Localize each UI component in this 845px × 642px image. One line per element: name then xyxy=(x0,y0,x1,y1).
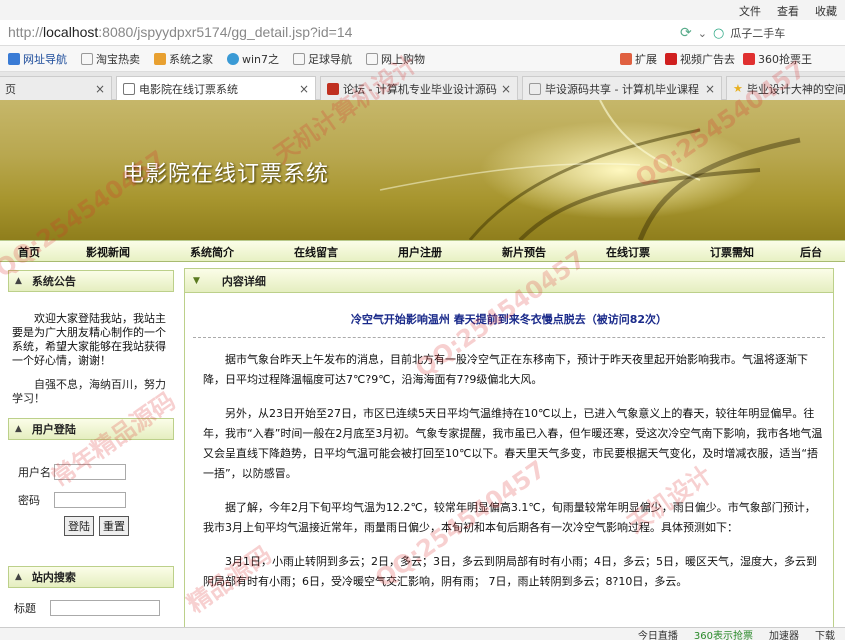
triangle-icon: ▲ xyxy=(15,424,22,434)
globe-icon xyxy=(227,52,239,65)
sidebar: ▲ 系统公告 欢迎大家登陆我站，我站主要是为广大朋友精心制作的一个系统，希望大家能… xyxy=(8,270,174,640)
menu-favorites[interactable]: 收藏 xyxy=(815,3,837,19)
menu-file[interactable]: 文件 xyxy=(739,3,761,19)
triangle-icon: ▲ xyxy=(15,572,22,582)
page-icon xyxy=(123,82,135,95)
tab-previous[interactable]: 页 × xyxy=(0,76,112,100)
bookmark-taobao[interactable]: 淘宝热卖 xyxy=(81,51,140,67)
video-icon xyxy=(665,53,677,65)
refresh-icon[interactable]: ⟳ xyxy=(680,25,692,41)
article-title: 冷空气开始影响温州 春天提前到来冬衣慢点脱去（被访问82次） xyxy=(350,313,668,326)
dropdown-icon[interactable]: ⌄ xyxy=(698,27,707,40)
tab-source-share[interactable]: 毕设源码共享 - 计算机毕业课程 × xyxy=(522,76,722,100)
page-icon xyxy=(293,52,306,65)
nav-preview[interactable]: 新片预告 xyxy=(502,244,546,260)
triangle-down-icon: ▼ xyxy=(193,275,200,286)
bookmarks-bar: 网址导航 淘宝热卖 系统之家 win7之 足球导航 网上购物 扩展 视频广告去 … xyxy=(0,46,845,72)
login-header: ▲ 用户登陆 xyxy=(8,418,174,440)
article-paragraph: 3月1日，小雨止转阴到多云；2日，多云；3日，多云到阴局部有时有小雨；4日，多云… xyxy=(203,555,817,588)
browser-menubar: 文件 查看 收藏 xyxy=(0,0,845,20)
page-icon xyxy=(366,52,379,65)
article-paragraph: 据市气象台昨天上午发布的消息，目前北方有一股冷空气正在东移南下，预计于昨天夜里起… xyxy=(203,353,808,386)
site-nav: 首页 影视新闻 系统简介 在线留言 用户注册 新片预告 在线订票 订票需知 后台 xyxy=(0,240,845,262)
forum-icon xyxy=(327,82,339,95)
tab-forum[interactable]: 论坛 - 计算机专业毕业设计源码 × xyxy=(320,76,518,100)
nav-booking-notice[interactable]: 订票需知 xyxy=(710,244,754,260)
bookmark-system[interactable]: 系统之家 xyxy=(154,51,213,67)
username-label: 用户名 xyxy=(18,466,51,479)
bookmark-video-ad[interactable]: 视频广告去 xyxy=(665,51,735,67)
menu-view[interactable]: 查看 xyxy=(777,3,799,19)
divider xyxy=(193,337,825,338)
search-text[interactable]: 瓜子二手车 xyxy=(730,25,785,41)
status-accelerator[interactable]: 加速器 xyxy=(769,627,799,642)
grid-icon xyxy=(620,53,632,65)
nav-intro[interactable]: 系统简介 xyxy=(190,244,234,260)
content-header: ▼ 内容详细 xyxy=(185,269,833,293)
content-panel: ▼ 内容详细 冷空气开始影响温州 春天提前到来冬衣慢点脱去（被访问82次） 据市气… xyxy=(184,268,834,640)
password-input[interactable] xyxy=(54,492,126,508)
nav-news[interactable]: 影视新闻 xyxy=(86,244,130,260)
close-icon[interactable]: × xyxy=(705,82,715,96)
notice-motto: 自强不息，海纳百川，努力学习！ xyxy=(12,378,166,405)
status-360[interactable]: 360表示抢票 xyxy=(694,627,753,642)
username-input[interactable] xyxy=(54,464,126,480)
search-header: ▲ 站内搜索 xyxy=(8,566,174,588)
search-title-label: 标题 xyxy=(14,602,36,615)
close-icon[interactable]: × xyxy=(501,82,511,96)
status-download[interactable]: 下载 xyxy=(815,627,835,642)
nav-booking[interactable]: 在线订票 xyxy=(606,244,650,260)
site-title: 电影院在线订票系统 xyxy=(122,162,330,187)
notice-text: 欢迎大家登陆我站，我站主要是为广大朋友精心制作的一个系统，希望大家能够在我站获得… xyxy=(12,312,166,367)
page-icon xyxy=(81,52,93,65)
windows-icon xyxy=(154,52,166,65)
tab-strip: 页 × 电影院在线订票系统 × 论坛 - 计算机专业毕业设计源码 × 毕设源码共享 -… xyxy=(0,72,845,100)
nav-message[interactable]: 在线留言 xyxy=(294,244,338,260)
close-icon[interactable]: × xyxy=(95,82,105,96)
article-paragraph: 据了解，今年2月下旬平均气温为12.2℃，较常年明显偏高3.1℃，旬雨量较常年明… xyxy=(203,501,816,534)
login-button[interactable]: 登陆 xyxy=(64,516,94,536)
site-banner: 电影院在线订票系统 xyxy=(0,100,845,240)
article-paragraph: 另外，从23日开始至27日，市区已连续5天日平均气温维持在10℃以上，已进入气象… xyxy=(203,407,823,480)
reset-button[interactable]: 重置 xyxy=(99,516,129,536)
tab-space[interactable]: ★ 毕业设计大神的空间 xyxy=(726,76,845,100)
ticket-icon xyxy=(743,53,755,65)
status-bar: 今日直播 360表示抢票 加速器 下载 xyxy=(0,627,845,642)
nav-admin[interactable]: 后台 xyxy=(800,244,822,260)
bookmark-shopping[interactable]: 网上购物 xyxy=(366,51,425,67)
bookmark-nav[interactable]: 网址导航 xyxy=(8,51,67,67)
site-search-input[interactable] xyxy=(50,600,160,616)
bookmark-football[interactable]: 足球导航 xyxy=(293,51,352,67)
star-icon: ★ xyxy=(733,82,743,95)
bookmark-360-ticket[interactable]: 360抢票王 xyxy=(743,51,812,67)
password-label: 密码 xyxy=(18,494,40,507)
star-icon xyxy=(8,52,20,65)
bookmark-extensions[interactable]: 扩展 xyxy=(620,51,657,67)
address-bar[interactable]: http://localhost:8080/jspyydpxr5174/gg_d… xyxy=(0,20,845,46)
close-icon[interactable]: × xyxy=(299,82,309,96)
status-live[interactable]: 今日直播 xyxy=(638,627,678,642)
url-text[interactable]: http://localhost:8080/jspyydpxr5174/gg_d… xyxy=(8,24,352,40)
triangle-icon: ▲ xyxy=(15,276,22,286)
page-icon xyxy=(529,82,541,95)
nav-home[interactable]: 首页 xyxy=(18,244,40,260)
notice-header: ▲ 系统公告 xyxy=(8,270,174,292)
tab-cinema[interactable]: 电影院在线订票系统 × xyxy=(116,76,316,100)
nav-register[interactable]: 用户注册 xyxy=(398,244,442,260)
bookmark-win7[interactable]: win7之 xyxy=(227,51,279,67)
search-icon[interactable]: ○ xyxy=(713,26,724,41)
